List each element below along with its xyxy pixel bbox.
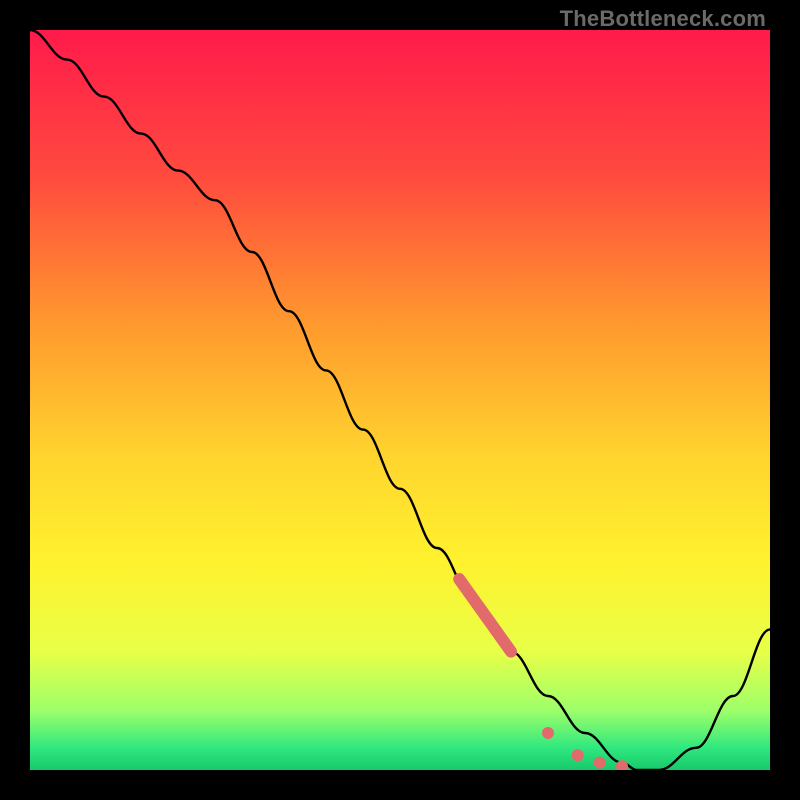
plot-area	[30, 30, 770, 770]
bottleneck-curve	[30, 30, 770, 770]
chart-frame: TheBottleneck.com	[0, 0, 800, 800]
watermark-text: TheBottleneck.com	[560, 6, 766, 32]
